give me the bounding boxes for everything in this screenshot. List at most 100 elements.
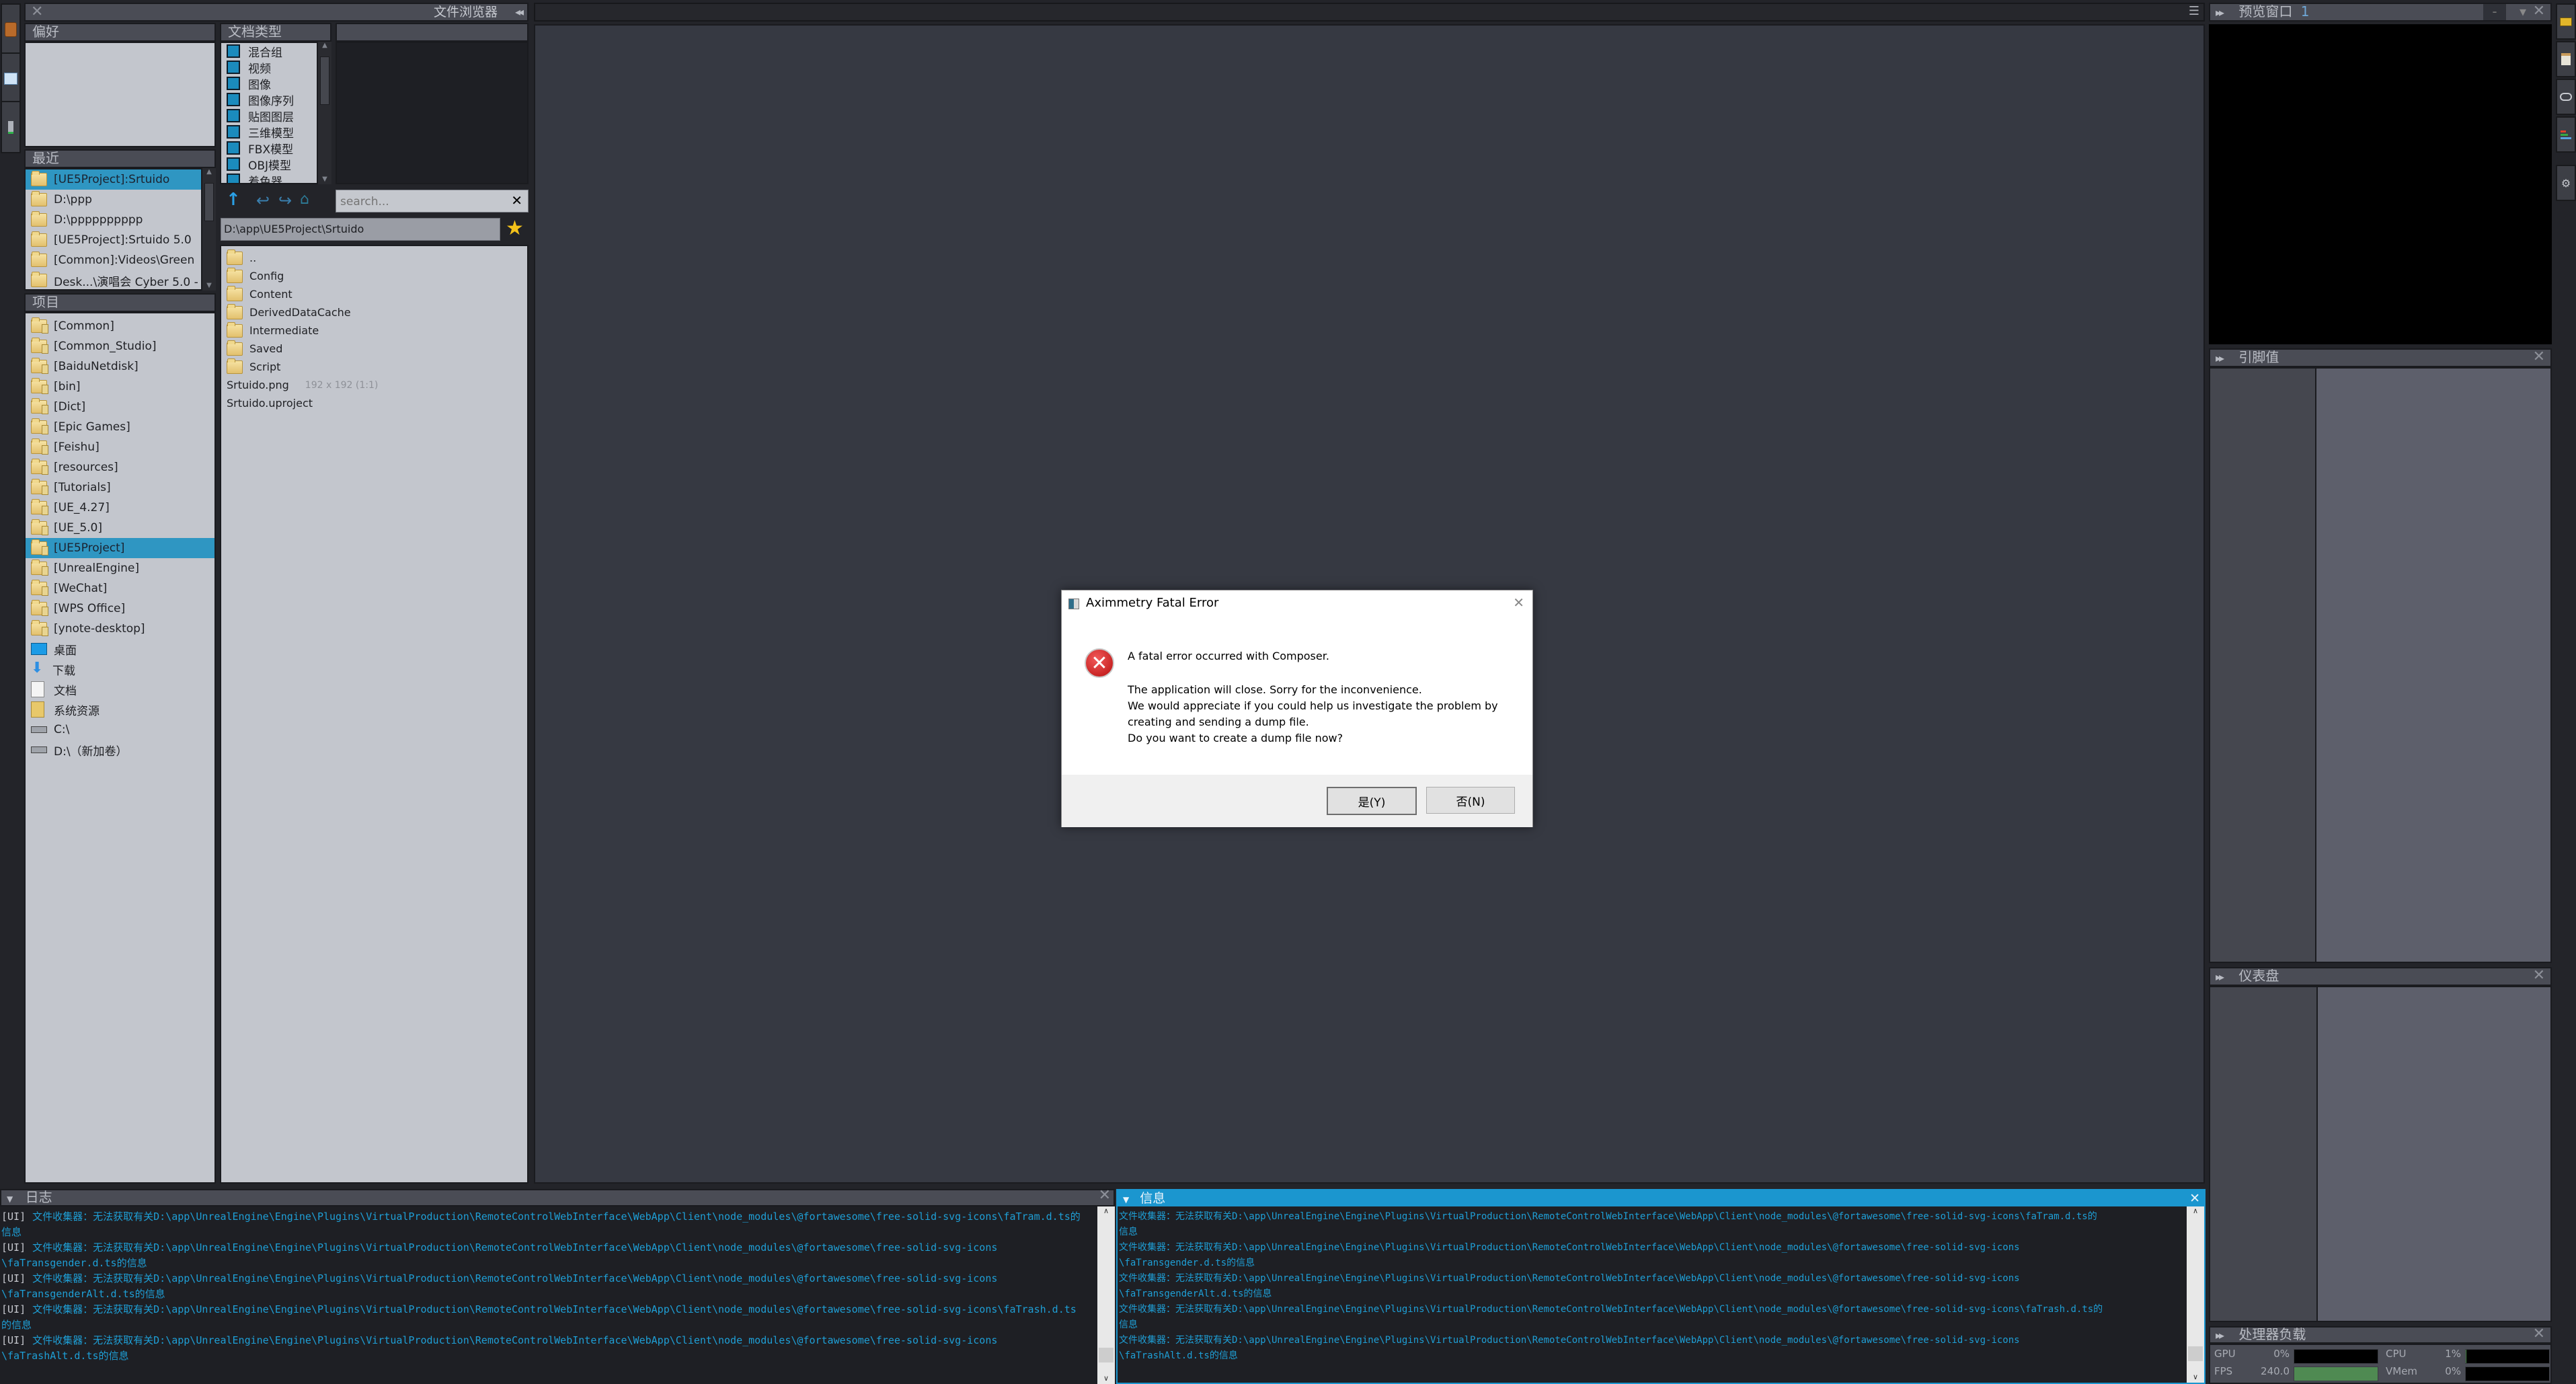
projects-title: 项目 <box>32 294 59 310</box>
nav-back-icon[interactable]: ↩ <box>256 191 270 210</box>
doc-type-checkbox[interactable] <box>227 109 240 122</box>
doc-type-item[interactable]: 着色器 <box>221 172 317 183</box>
close-icon[interactable]: ✕ <box>31 4 43 20</box>
info-scrollbar[interactable]: ∧ ∨ <box>2187 1206 2204 1383</box>
project-item[interactable]: [Common_Studio] <box>26 336 214 356</box>
project-item[interactable]: [WPS Office] <box>26 599 214 619</box>
project-item[interactable]: [UE_5.0] <box>26 518 214 538</box>
project-item[interactable]: [Dict] <box>26 397 214 417</box>
folder-row[interactable]: Content <box>221 285 527 303</box>
doc-type-item[interactable]: FBX模型 <box>221 140 317 157</box>
no-button[interactable]: 否(N) <box>1426 787 1515 814</box>
doc-type-item[interactable]: 图像 <box>221 75 317 92</box>
recent-item[interactable]: [UE5Project]:Srtuido <box>26 169 201 190</box>
close-icon[interactable]: ✕ <box>2189 1190 2200 1206</box>
path-field[interactable]: D:\app\UE5Project\Srtuido <box>221 218 500 241</box>
doc-type-checkbox[interactable] <box>227 157 240 171</box>
doc-type-item[interactable]: OBJ模型 <box>221 156 317 173</box>
nav-home-icon[interactable]: ⌂ <box>300 191 309 208</box>
collapse-icon[interactable]: ◂◂ <box>515 4 524 20</box>
project-item[interactable]: 文档 <box>26 679 214 699</box>
error-icon: ✕ <box>1085 648 1114 678</box>
doc-type-item[interactable]: 视频 <box>221 59 317 76</box>
folder-row[interactable]: Saved <box>221 340 527 358</box>
nav-up-icon[interactable]: ↑ <box>226 190 241 210</box>
project-item[interactable]: D:\（新加卷） <box>26 740 214 760</box>
folder-icon <box>227 285 243 301</box>
recent-item[interactable]: Desk...\演唱会 Cyber 5.0 - 2 <box>26 270 209 291</box>
expand-icon[interactable]: ▸▸ <box>2216 352 2224 364</box>
expand-icon[interactable]: ▸▸ <box>2216 6 2224 19</box>
expand-icon[interactable]: ▸▸ <box>2216 1329 2224 1342</box>
collapse-arrow-icon[interactable]: ▼ <box>1123 1195 1129 1204</box>
doc-type-checkbox[interactable] <box>227 125 240 139</box>
project-item[interactable]: 系统资源 <box>26 699 214 720</box>
doc-type-item[interactable]: 图像序列 <box>221 91 317 108</box>
recent-scrollbar[interactable]: ▲ ▼ <box>202 168 216 291</box>
project-item[interactable]: [bin] <box>26 377 214 397</box>
doc-type-checkbox[interactable] <box>227 93 240 106</box>
folder-row[interactable]: Script <box>221 358 527 376</box>
doc-type-checkbox[interactable] <box>227 44 240 58</box>
close-icon[interactable]: ✕ <box>2533 968 2545 983</box>
project-item[interactable]: [UnrealEngine] <box>26 558 214 578</box>
yes-button[interactable]: 是(Y) <box>1327 787 1417 815</box>
project-item[interactable]: ⬇ 下载 <box>26 659 214 679</box>
project-item[interactable]: [Epic Games] <box>26 417 214 437</box>
folder-row[interactable]: .. <box>221 249 527 267</box>
settings-icon[interactable]: ⚙ <box>2556 165 2576 201</box>
project-item[interactable]: [Common] <box>26 316 214 336</box>
doc-type-checkbox[interactable] <box>227 61 240 74</box>
close-icon[interactable]: ✕ <box>1099 1188 1111 1203</box>
doc-type-item[interactable]: 混合组 <box>221 43 317 60</box>
project-item[interactable]: [UE5Project] <box>26 538 214 558</box>
close-icon[interactable]: ✕ <box>2533 350 2545 364</box>
doc-type-checkbox[interactable] <box>227 174 240 183</box>
doc-types-scrollbar[interactable]: ▲ ▼ <box>318 42 331 184</box>
recent-item[interactable]: [UE5Project]:Srtuido 5.0 <box>26 230 201 250</box>
folder-row[interactable]: DerivedDataCache <box>221 303 527 321</box>
collapse-arrow-icon[interactable]: ▼ <box>7 1194 13 1204</box>
menu-icon[interactable]: ☰ <box>2189 4 2199 18</box>
statistics-icon[interactable] <box>2556 116 2576 153</box>
dialog-close-button[interactable]: ✕ <box>1513 594 1524 611</box>
search-clear-icon[interactable]: ✕ <box>511 192 522 208</box>
folder-row[interactable]: Config <box>221 267 527 285</box>
close-icon[interactable]: ✕ <box>2533 4 2545 19</box>
file-row[interactable]: Srtuido.png 192 x 192 (1:1) <box>221 376 527 394</box>
nav-forward-icon[interactable]: ↪ <box>278 191 292 210</box>
project-item[interactable]: [resources] <box>26 457 214 477</box>
project-item[interactable]: [Tutorials] <box>26 477 214 498</box>
folder-row[interactable]: Intermediate <box>221 321 527 340</box>
preview-dropdown-icon[interactable]: ▾ <box>2520 4 2526 19</box>
palette-window-icon[interactable] <box>1 52 21 105</box>
favorites-list[interactable] <box>24 42 216 147</box>
preview-minus-button[interactable]: - <box>2483 4 2506 20</box>
close-icon[interactable]: ✕ <box>2533 1327 2545 1342</box>
recent-item[interactable]: [Common]:Videos\Green <box>26 250 201 270</box>
project-box-icon[interactable] <box>2556 41 2576 77</box>
project-item[interactable]: 桌面 <box>26 639 214 659</box>
project-item[interactable]: [BaiduNetdisk] <box>26 356 214 377</box>
log-scrollbar[interactable]: ∧ ∨ <box>1097 1206 1115 1384</box>
project-item[interactable]: [Feishu] <box>26 437 214 457</box>
usb-device-icon[interactable] <box>1 101 21 153</box>
preview-viewport[interactable] <box>2209 24 2552 344</box>
project-item[interactable]: [UE_4.27] <box>26 498 214 518</box>
project-item[interactable]: C:\ <box>26 720 214 740</box>
project-item[interactable]: [ynote-desktop] <box>26 619 214 639</box>
app-cabinet-icon[interactable] <box>1 3 21 56</box>
recent-item[interactable]: D:\ppp <box>26 190 201 210</box>
doc-type-checkbox[interactable] <box>227 141 240 155</box>
link-icon[interactable] <box>2556 79 2576 115</box>
doc-type-item[interactable]: 三维模型 <box>221 124 317 141</box>
project-item[interactable]: [WeChat] <box>26 578 214 599</box>
expand-icon[interactable]: ▸▸ <box>2216 970 2224 983</box>
recent-item[interactable]: D:\pppppppppp <box>26 210 201 230</box>
doc-type-checkbox[interactable] <box>227 77 240 90</box>
doc-type-item[interactable]: 贴图图层 <box>221 108 317 124</box>
file-row[interactable]: Srtuido.uproject <box>221 394 527 412</box>
preview-monitor-icon[interactable] <box>2556 3 2576 40</box>
search-input[interactable] <box>339 192 503 211</box>
favorite-star-icon[interactable]: ★ <box>506 217 524 240</box>
